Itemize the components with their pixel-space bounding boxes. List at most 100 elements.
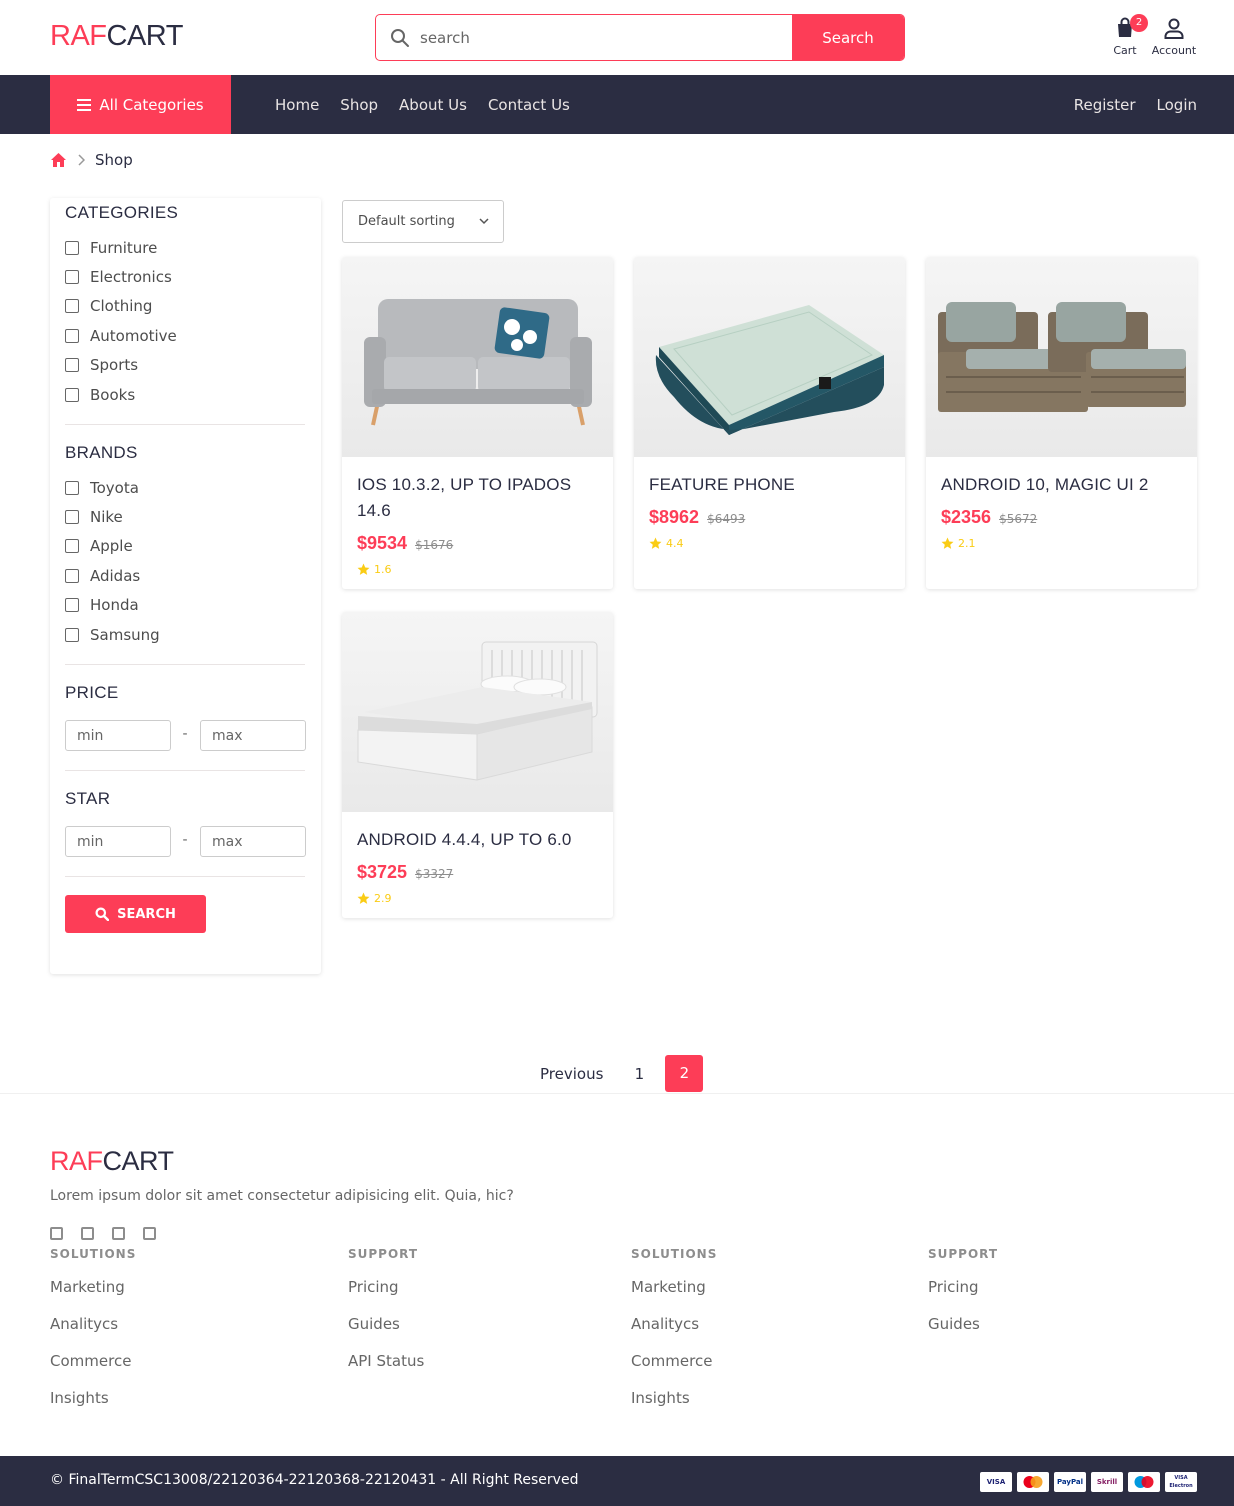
footer-link-guides[interactable]: Guides (928, 1314, 998, 1351)
search-button[interactable]: Search (792, 15, 904, 60)
search-bar: Search (375, 14, 905, 61)
footer-column-solutions: SOLUTIONS Marketing Analitycs Commerce I… (50, 1247, 136, 1425)
search-input[interactable] (420, 15, 790, 60)
nav-auth-links: Register Login (1074, 75, 1197, 134)
nav-home[interactable]: Home (275, 96, 319, 114)
product-card[interactable]: ANDROID 4.4.4, UP TO 6.0 $3725 $3327 2.9 (342, 612, 613, 918)
all-categories-button[interactable]: All Categories (50, 75, 231, 134)
price-title: PRICE (65, 683, 119, 702)
footer-link-pricing[interactable]: Pricing (348, 1277, 424, 1314)
instagram-icon[interactable] (81, 1227, 94, 1240)
price-min-input[interactable] (65, 720, 171, 751)
product-name[interactable]: IOS 10.3.2, UP TO IPADOS 14.6 (357, 472, 597, 524)
facebook-icon[interactable] (50, 1227, 63, 1240)
menu-icon (77, 98, 92, 111)
category-label: Books (90, 385, 136, 404)
categories-list: Furniture Electronics Clothing Automotiv… (65, 233, 177, 409)
footer-link-marketing[interactable]: Marketing (50, 1277, 136, 1314)
chevron-right-icon (78, 154, 85, 166)
nav-about-us[interactable]: About Us (399, 96, 467, 114)
nav-contact-us[interactable]: Contact Us (488, 96, 570, 114)
footer-column-support: SUPPORT Pricing Guides API Status (348, 1247, 424, 1388)
category-label: Furniture (90, 238, 158, 257)
checkbox[interactable] (65, 328, 79, 343)
star-max-input[interactable] (200, 826, 306, 857)
product-image[interactable] (926, 257, 1197, 457)
sort-select[interactable]: Default sorting (342, 200, 504, 243)
footer-link-insights[interactable]: Insights (631, 1388, 717, 1425)
product-image[interactable] (342, 257, 613, 457)
checkbox[interactable] (65, 539, 79, 554)
category-item-sports[interactable]: Sports (65, 351, 177, 380)
nav-register[interactable]: Register (1074, 96, 1136, 114)
footer-link-commerce[interactable]: Commerce (50, 1351, 136, 1388)
github-icon[interactable] (143, 1227, 156, 1240)
logo[interactable]: RAFCART (50, 20, 183, 53)
checkbox[interactable] (65, 598, 79, 613)
home-icon[interactable] (50, 152, 67, 168)
product-prices: $8962 $6493 (649, 507, 745, 528)
brand-label: Toyota (90, 478, 139, 497)
brand-label: Apple (90, 537, 133, 556)
footer-link-pricing[interactable]: Pricing (928, 1277, 998, 1314)
sort-selected-value: Default sorting (358, 214, 455, 229)
brand-item-nike[interactable]: Nike (65, 502, 160, 531)
checkbox[interactable] (65, 299, 79, 314)
twitter-icon[interactable] (112, 1227, 125, 1240)
pagination-page-2-active[interactable]: 2 (665, 1055, 704, 1092)
footer-link-guides[interactable]: Guides (348, 1314, 424, 1351)
nav-login[interactable]: Login (1157, 96, 1197, 114)
category-item-automotive[interactable]: Automotive (65, 321, 177, 350)
footer-logo[interactable]: RAFCART (50, 1146, 174, 1177)
product-image[interactable] (342, 612, 613, 812)
footer-link-insights[interactable]: Insights (50, 1388, 136, 1425)
nav-shop[interactable]: Shop (340, 96, 378, 114)
cart-link[interactable]: 2 Cart (1100, 14, 1150, 57)
checkbox[interactable] (65, 270, 79, 285)
product-old-price: $3327 (415, 867, 454, 881)
footer-link-commerce[interactable]: Commerce (631, 1351, 717, 1388)
checkbox[interactable] (65, 568, 79, 583)
checkbox[interactable] (65, 480, 79, 495)
product-image[interactable] (634, 257, 905, 457)
category-item-clothing[interactable]: Clothing (65, 292, 177, 321)
checkbox[interactable] (65, 510, 79, 525)
star-title: STAR (65, 789, 111, 808)
checkbox[interactable] (65, 358, 79, 373)
footer-column-support-2: SUPPORT Pricing Guides (928, 1247, 998, 1351)
product-card[interactable]: FEATURE PHONE $8962 $6493 4.4 (634, 257, 905, 589)
account-link[interactable]: Account (1149, 16, 1199, 57)
breadcrumb-current: Shop (95, 151, 133, 169)
brand-item-samsung[interactable]: Samsung (65, 620, 160, 649)
product-name[interactable]: ANDROID 10, MAGIC UI 2 (941, 472, 1181, 498)
brands-title: BRANDS (65, 443, 138, 462)
checkbox[interactable] (65, 240, 79, 255)
divider (0, 1093, 1234, 1094)
brand-item-honda[interactable]: Honda (65, 591, 160, 620)
product-card[interactable]: IOS 10.3.2, UP TO IPADOS 14.6 $9534 $167… (342, 257, 613, 589)
footer-link-analitycs[interactable]: Analitycs (631, 1314, 717, 1351)
footer-link-marketing[interactable]: Marketing (631, 1277, 717, 1314)
price-max-input[interactable] (200, 720, 306, 751)
category-item-furniture[interactable]: Furniture (65, 233, 177, 262)
category-item-books[interactable]: Books (65, 380, 177, 409)
checkbox[interactable] (65, 387, 79, 402)
star-min-input[interactable] (65, 826, 171, 857)
product-card[interactable]: ANDROID 10, MAGIC UI 2 $2356 $5672 2.1 (926, 257, 1197, 589)
brand-item-adidas[interactable]: Adidas (65, 561, 160, 590)
product-name[interactable]: FEATURE PHONE (649, 472, 889, 498)
pagination-previous[interactable]: Previous (540, 1065, 603, 1083)
rating-value: 2.1 (958, 537, 976, 550)
filter-search-button[interactable]: SEARCH (65, 895, 206, 933)
product-name[interactable]: ANDROID 4.4.4, UP TO 6.0 (357, 827, 597, 853)
brand-item-apple[interactable]: Apple (65, 532, 160, 561)
category-item-electronics[interactable]: Electronics (65, 262, 177, 291)
pagination-page-1[interactable]: 1 (629, 1065, 649, 1083)
site-header: RAFCART Search 2 Cart Account (0, 0, 1234, 75)
checkbox[interactable] (65, 627, 79, 642)
footer-link-api-status[interactable]: API Status (348, 1351, 424, 1388)
footer-link-analitycs[interactable]: Analitycs (50, 1314, 136, 1351)
category-label: Sports (90, 356, 139, 375)
brand-item-toyota[interactable]: Toyota (65, 473, 160, 502)
product-rating: 2.9 (357, 892, 392, 905)
